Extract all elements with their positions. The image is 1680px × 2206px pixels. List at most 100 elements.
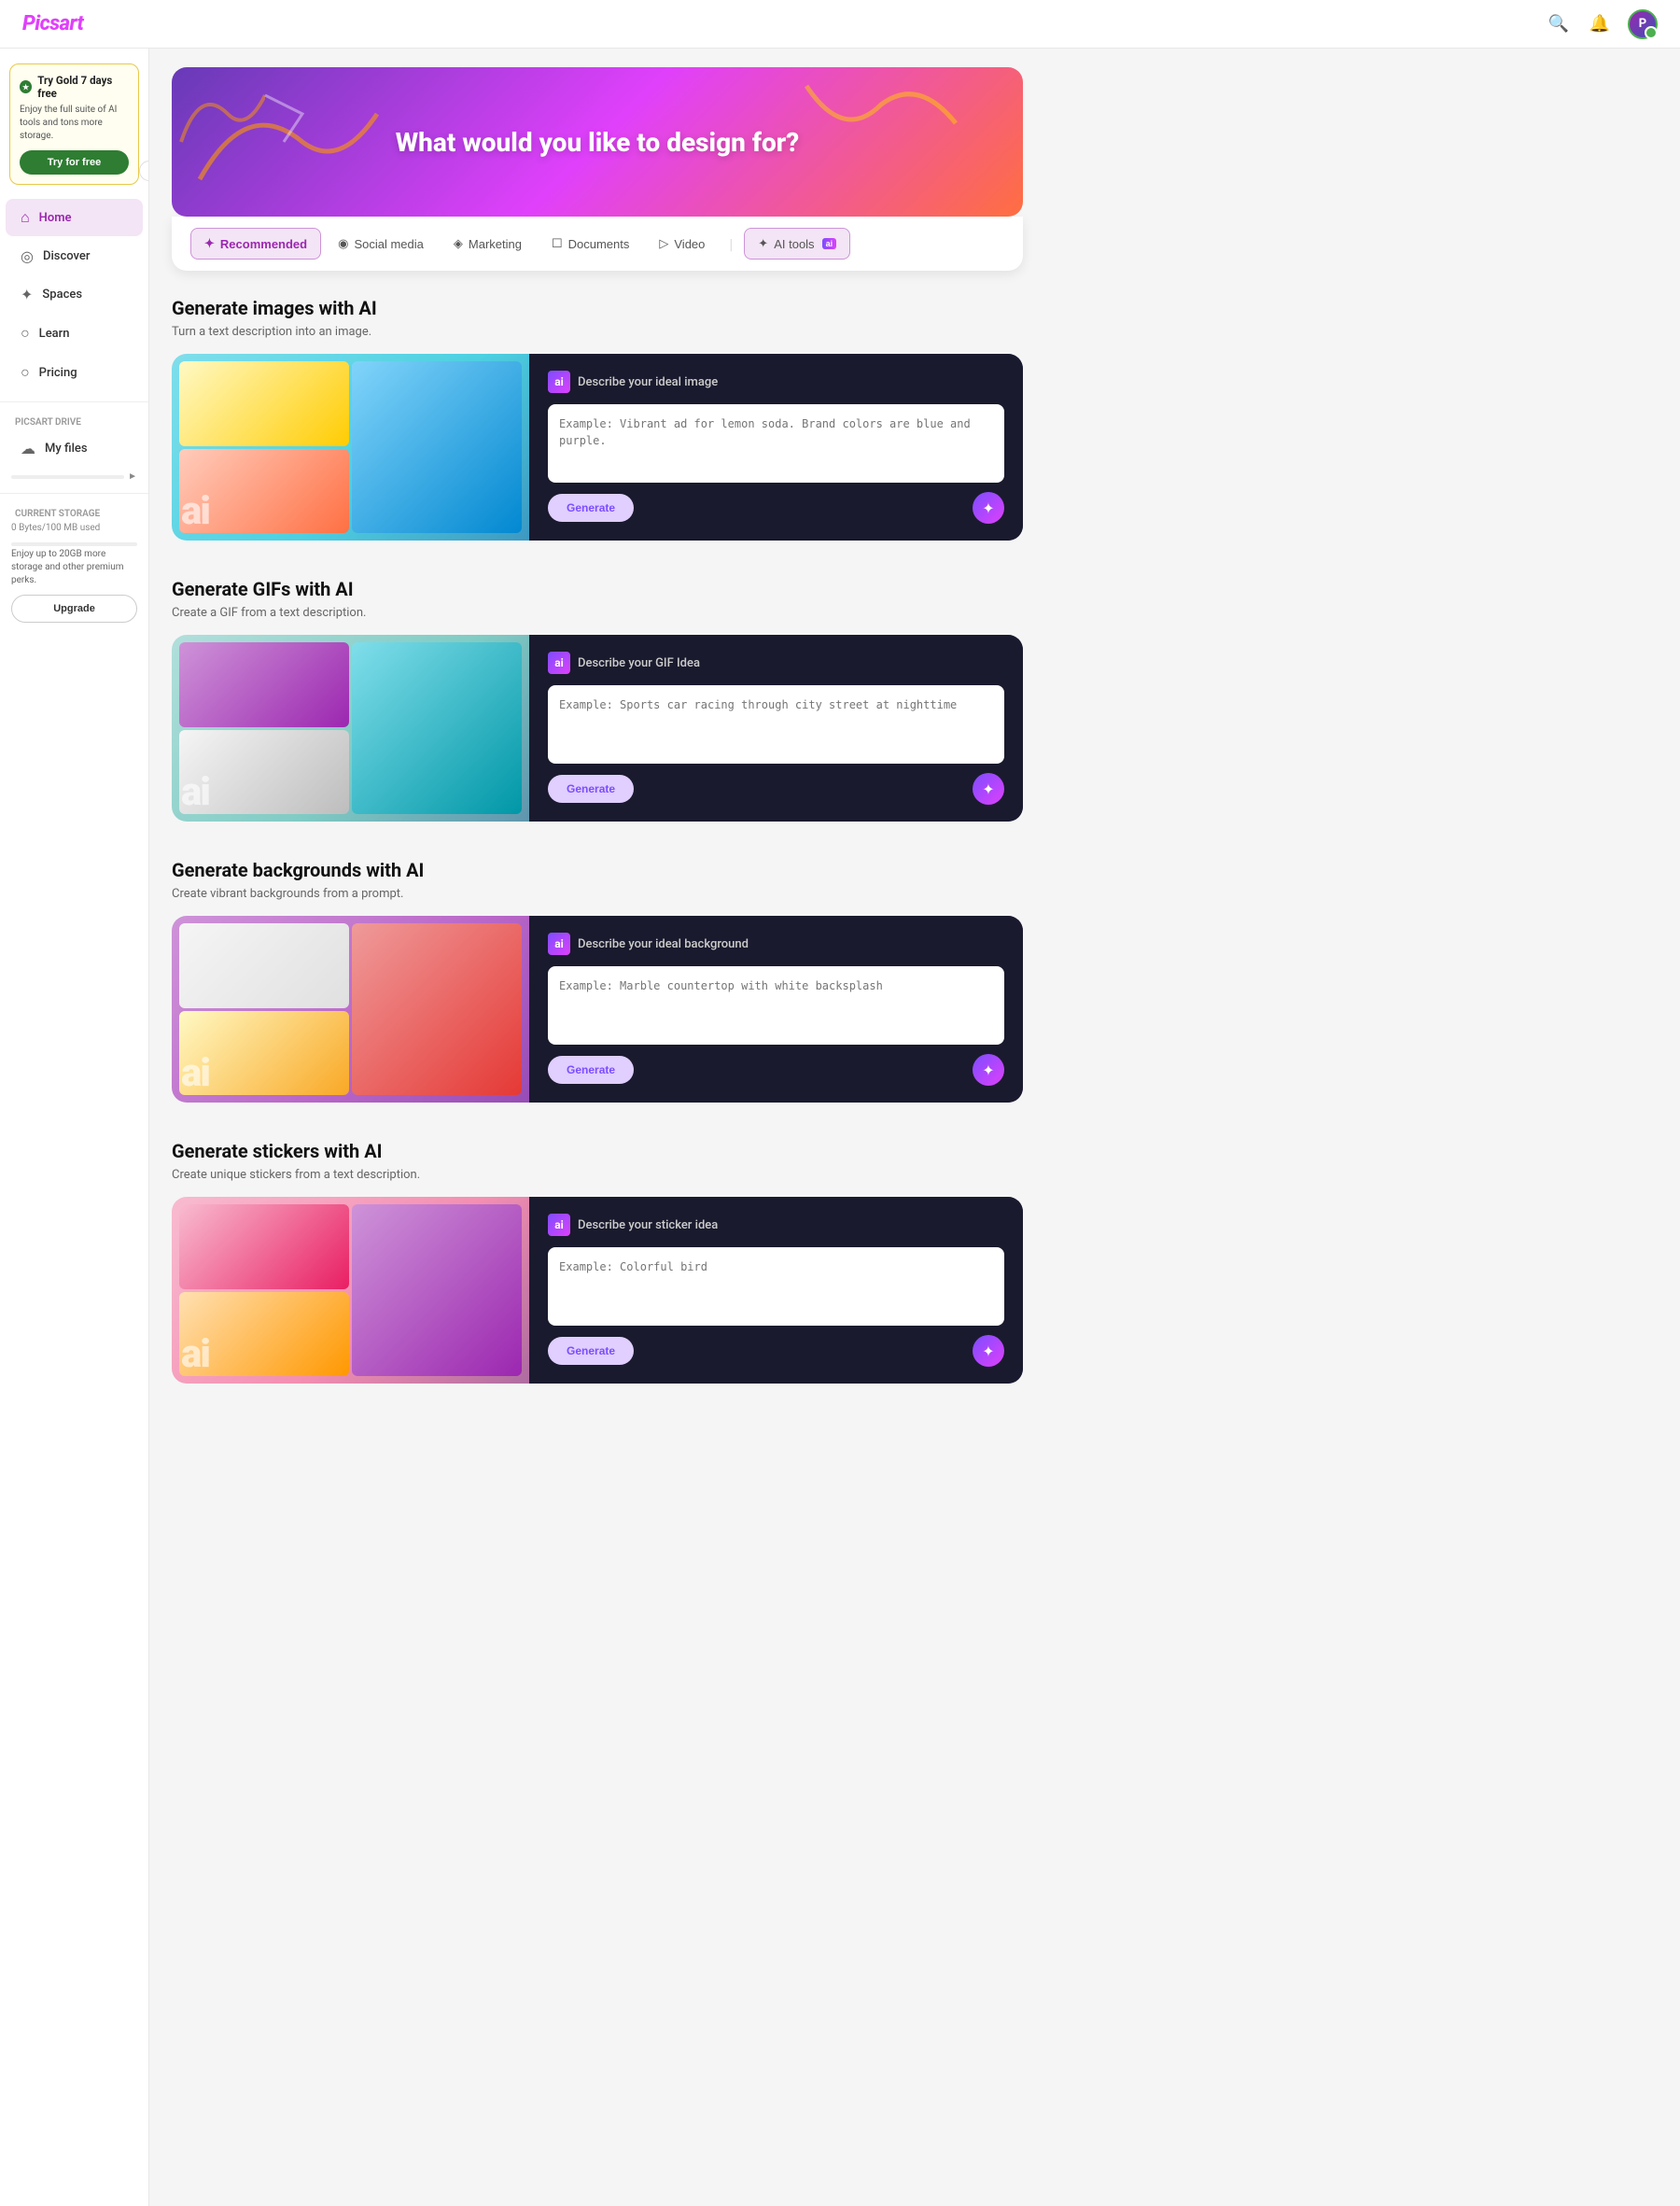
ai-watermark: ai xyxy=(181,492,209,531)
section-title: Generate images with AI xyxy=(172,297,1023,319)
image-description-input[interactable] xyxy=(548,404,1004,483)
sidebar-collapse-button[interactable]: ‹ xyxy=(139,161,149,181)
ai-icon: ai xyxy=(548,371,570,393)
card-header: ai Describe your ideal image xyxy=(548,371,1004,393)
section-generate-backgrounds: Generate backgrounds with AI Create vibr… xyxy=(172,859,1023,1103)
magic-wand-button[interactable]: ✦ xyxy=(973,492,1004,524)
sidebar-item-discover[interactable]: ◎ Discover xyxy=(6,238,143,274)
hero-title: What would you like to design for? xyxy=(396,127,800,158)
recommended-icon: ✦ xyxy=(204,236,215,251)
storage-info: 0 Bytes/100 MB used xyxy=(0,521,148,539)
card-right-panel: ai Describe your GIF Idea Generate ✦ xyxy=(529,635,1023,822)
section-title: Generate stickers with AI xyxy=(172,1140,1023,1162)
sidebar-item-label: Home xyxy=(39,211,72,225)
ai-watermark: ai xyxy=(181,773,209,812)
sidebar-item-pricing[interactable]: ○ Pricing xyxy=(6,354,143,391)
gold-banner-title: ★ Try Gold 7 days free xyxy=(20,74,129,100)
section-subtitle: Create a GIF from a text description. xyxy=(172,606,1023,620)
gold-trial-banner: ★ Try Gold 7 days free Enjoy the full su… xyxy=(9,63,139,185)
category-tabs-container: ✦ Recommended ◉ Social media ◈ Marketing… xyxy=(172,217,1023,271)
preview-grid xyxy=(172,354,529,541)
card-label: Describe your ideal image xyxy=(578,375,718,389)
sidebar-item-my-files[interactable]: ☁ My files xyxy=(6,430,143,467)
sticker-preview-2 xyxy=(352,1204,522,1376)
generate-backgrounds-card: ai ai Describe your ideal background Gen… xyxy=(172,916,1023,1103)
generate-images-button[interactable]: Generate xyxy=(548,494,634,522)
sticker-preview-1 xyxy=(179,1204,349,1289)
page-layout: ★ Try Gold 7 days free Enjoy the full su… xyxy=(0,49,1680,1458)
ai-icon: ai xyxy=(548,652,570,674)
magic-wand-button[interactable]: ✦ xyxy=(973,1335,1004,1367)
sidebar-item-label: Discover xyxy=(43,249,90,263)
sidebar-item-learn[interactable]: ○ Learn xyxy=(6,315,143,352)
gold-icon: ★ xyxy=(20,80,32,93)
gold-banner-description: Enjoy the full suite of AI tools and ton… xyxy=(20,104,129,143)
try-gold-button[interactable]: Try for free xyxy=(20,150,129,175)
tab-ai-tools[interactable]: ✦ AI tools ai xyxy=(744,228,850,260)
section-title: Generate backgrounds with AI xyxy=(172,859,1023,881)
card-right-panel: ai Describe your sticker idea Generate ✦ xyxy=(529,1197,1023,1384)
tab-social-media[interactable]: ◉ Social media xyxy=(325,229,437,259)
nav-right-actions: 🔍 🔔 P xyxy=(1546,9,1658,39)
main-content: What would you like to design for? ✦ Rec… xyxy=(149,49,1045,1458)
card-label: Describe your ideal background xyxy=(578,937,749,951)
section-subtitle: Create vibrant backgrounds from a prompt… xyxy=(172,887,1023,901)
gif-preview-2 xyxy=(352,642,522,814)
card-preview-gifs: ai xyxy=(172,635,529,822)
tab-video[interactable]: ▷ Video xyxy=(646,229,718,259)
magic-wand-button[interactable]: ✦ xyxy=(973,773,1004,805)
tab-label: AI tools xyxy=(774,237,814,251)
generate-gifs-button[interactable]: Generate xyxy=(548,775,634,803)
bg-preview-2 xyxy=(352,923,522,1095)
learn-icon: ○ xyxy=(21,324,30,343)
tab-label: Marketing xyxy=(469,237,522,251)
sidebar-divider-2 xyxy=(0,493,148,494)
preview-grid xyxy=(172,916,529,1103)
sidebar-item-home[interactable]: ⌂ Home xyxy=(6,199,143,236)
storage-bar xyxy=(11,475,124,479)
section-subtitle: Create unique stickers from a text descr… xyxy=(172,1168,1023,1182)
card-label: Describe your GIF Idea xyxy=(578,656,700,670)
storage-progress-bar xyxy=(11,542,137,546)
magic-wand-button[interactable]: ✦ xyxy=(973,1054,1004,1086)
card-label: Describe your sticker idea xyxy=(578,1218,718,1232)
section-title: Generate GIFs with AI xyxy=(172,578,1023,600)
tab-marketing[interactable]: ◈ Marketing xyxy=(441,229,535,259)
home-icon: ⌂ xyxy=(21,208,30,227)
upgrade-button[interactable]: Upgrade xyxy=(11,595,137,623)
generate-backgrounds-button[interactable]: Generate xyxy=(548,1056,634,1084)
social-media-icon: ◉ xyxy=(338,236,348,251)
generate-stickers-button[interactable]: Generate xyxy=(548,1337,634,1365)
tab-recommended[interactable]: ✦ Recommended xyxy=(190,228,321,260)
card-footer: Generate ✦ xyxy=(548,1054,1004,1086)
sidebar-divider xyxy=(0,401,148,402)
preview-image-2 xyxy=(352,361,522,533)
sidebar-item-spaces[interactable]: ✦ Spaces xyxy=(6,276,143,313)
category-tabs: ✦ Recommended ◉ Social media ◈ Marketing… xyxy=(190,228,1004,260)
app-logo: Picsart xyxy=(22,12,83,35)
tab-documents[interactable]: ☐ Documents xyxy=(539,229,642,259)
card-footer: Generate ✦ xyxy=(548,492,1004,524)
card-header: ai Describe your GIF Idea xyxy=(548,652,1004,674)
storage-section-label: Current Storage xyxy=(0,503,148,521)
video-icon: ▷ xyxy=(659,236,668,251)
storage-promo-text: Enjoy up to 20GB more storage and other … xyxy=(0,548,148,595)
search-icon[interactable]: 🔍 xyxy=(1546,11,1572,37)
sidebar-item-label: Pricing xyxy=(39,366,77,380)
tab-label: Documents xyxy=(568,237,630,251)
sticker-description-input[interactable] xyxy=(548,1247,1004,1326)
gif-description-input[interactable] xyxy=(548,685,1004,764)
card-preview-backgrounds: ai xyxy=(172,916,529,1103)
section-subtitle: Turn a text description into an image. xyxy=(172,325,1023,339)
card-right-panel: ai Describe your ideal background Genera… xyxy=(529,916,1023,1103)
section-generate-stickers: Generate stickers with AI Create unique … xyxy=(172,1140,1023,1384)
background-description-input[interactable] xyxy=(548,966,1004,1045)
generate-stickers-card: ai ai Describe your sticker idea Generat… xyxy=(172,1197,1023,1384)
preview-grid xyxy=(172,1197,529,1384)
avatar[interactable]: P xyxy=(1628,9,1658,39)
generate-images-card: ai ai Describe your ideal image Generate… xyxy=(172,354,1023,541)
notifications-icon[interactable]: 🔔 xyxy=(1587,11,1613,37)
ai-tools-star-icon: ✦ xyxy=(758,236,768,251)
ai-watermark: ai xyxy=(181,1054,209,1093)
card-footer: Generate ✦ xyxy=(548,1335,1004,1367)
